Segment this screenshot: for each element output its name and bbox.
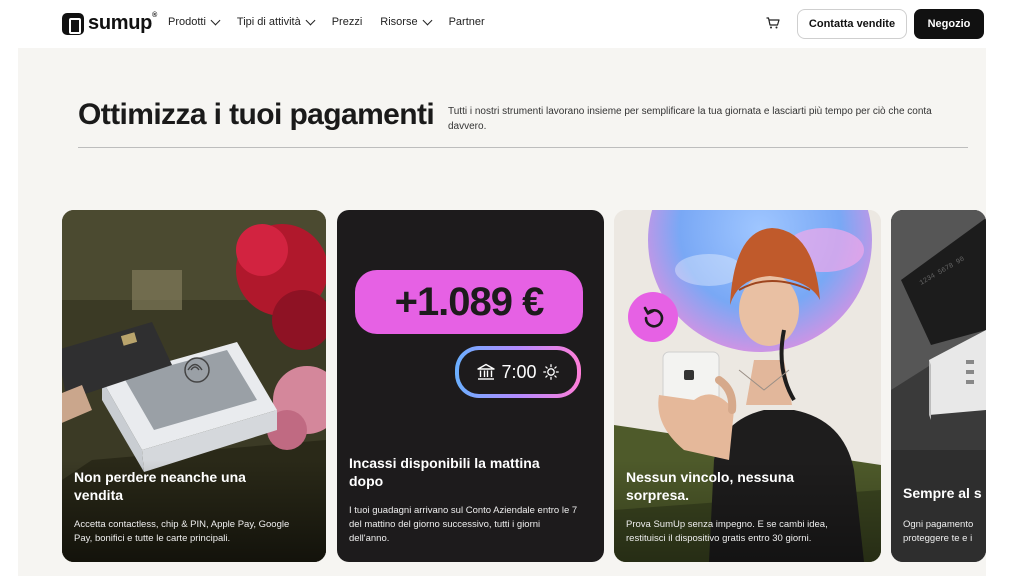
card-description: Prova SumUp senza impegno. E se cambi id… <box>626 519 828 544</box>
cart-icon[interactable] <box>766 17 780 29</box>
nav-item-label: Tipi di attività <box>236 16 301 28</box>
nav-item-prodotti[interactable]: Prodotti <box>168 15 221 28</box>
logo-text: sumup® <box>88 12 157 34</box>
sumup-logo[interactable]: sumup® <box>62 12 157 35</box>
nav-item-label: Prodotti <box>168 16 206 28</box>
nav-item-tipi-di-attivita[interactable]: Tipi di attività <box>236 15 316 28</box>
sun-icon <box>542 364 559 380</box>
card-reader-photo <box>62 210 326 562</box>
amount-badge: +1.089 € <box>355 270 583 334</box>
nav-item-prezzi[interactable]: Prezzi <box>332 16 363 28</box>
chevron-down-icon <box>422 15 433 25</box>
nav-item-label: Partner <box>448 16 485 28</box>
divider <box>78 147 968 148</box>
feature-card-payments[interactable]: Non perdere neanche una vendita Accetta … <box>62 210 326 562</box>
shop-button[interactable]: Negozio <box>914 9 984 39</box>
nav-item-label: Prezzi <box>331 16 363 28</box>
reset-icon <box>628 292 678 342</box>
payout-time: 7:00 <box>501 361 537 382</box>
nav-item-partner[interactable]: Partner <box>449 16 485 28</box>
nav-item-risorse[interactable]: Risorse <box>380 15 433 28</box>
bank-icon <box>477 363 496 380</box>
nav-links: Prodotti Tipi di attività Prezzi Risorse… <box>168 15 485 28</box>
nav-item-label: Risorse <box>380 16 418 28</box>
sumup-logo-icon <box>62 12 84 35</box>
page-subtitle: Tutti i nostri strumenti lavorano insiem… <box>448 106 932 132</box>
feature-card-security[interactable]: 1234 5678 90 Sempre al s Ogni pagamento … <box>891 210 986 562</box>
contact-sales-button[interactable]: Contatta vendite <box>797 9 907 39</box>
card-title: Sempre al s <box>903 485 982 501</box>
chevron-down-icon <box>210 15 221 25</box>
chevron-down-icon <box>305 15 316 25</box>
card-description: Accetta contactless, chip & PIN, Apple P… <box>74 519 290 544</box>
feature-card-no-commitment[interactable]: Nessun vincolo, nessuna sorpresa. Prova … <box>614 210 881 562</box>
payout-time-badge: 7:00 <box>455 346 581 398</box>
feature-card-payouts[interactable]: +1.089 € 7:00 Incassi disponibili la mat… <box>337 210 604 562</box>
top-navbar: sumup® Prodotti Tipi di attività Prezzi … <box>18 0 986 48</box>
card-title: Non perdere neanche una vendita <box>74 469 246 503</box>
card-description: Ogni pagamento proteggere te e i <box>903 519 974 544</box>
card-description: I tuoi guadagni arrivano sul Conto Azien… <box>349 505 578 544</box>
card-title: Incassi disponibili la mattina dopo <box>349 455 540 489</box>
page-title: Ottimizza i tuoi pagamenti <box>78 98 435 131</box>
card-title: Nessun vincolo, nessuna sorpresa. <box>626 469 795 503</box>
woman-with-device-photo <box>614 210 881 562</box>
page: sumup® Prodotti Tipi di attività Prezzi … <box>18 0 986 576</box>
card-terminal-photo: 1234 5678 90 <box>891 210 986 562</box>
